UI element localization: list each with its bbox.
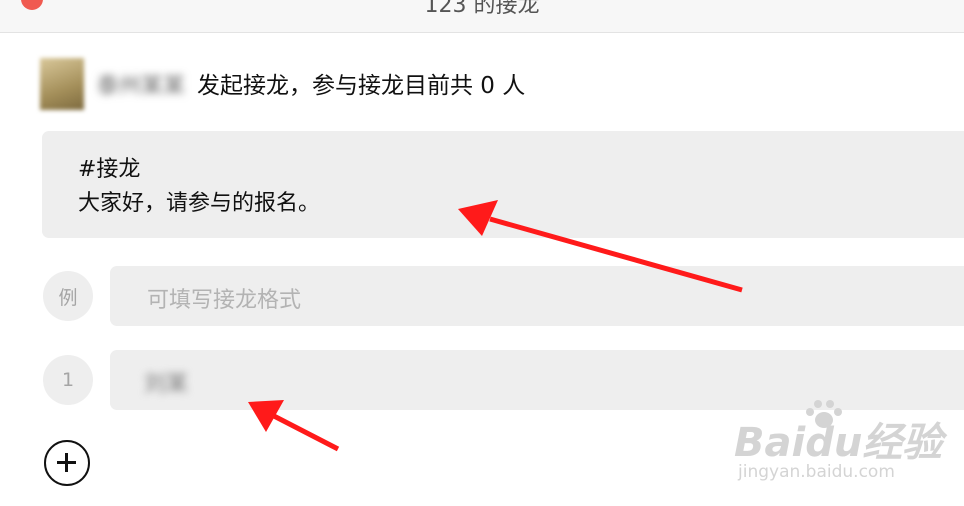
- annotation-arrows: [248, 200, 743, 452]
- arrow-to-entry: [248, 400, 340, 452]
- arrow-to-description: [458, 200, 743, 293]
